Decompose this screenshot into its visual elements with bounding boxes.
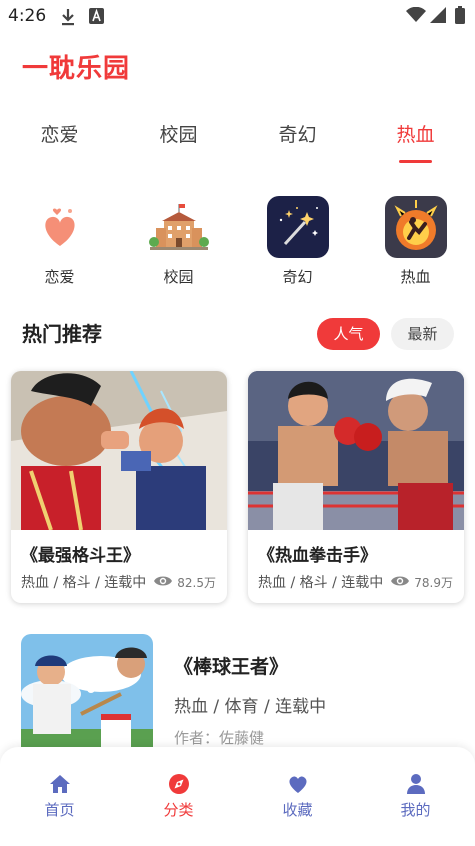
nav-favorites[interactable]: 收藏 — [238, 769, 357, 829]
view-count-text: 82.5万 — [177, 576, 216, 590]
heart-icon — [287, 773, 309, 795]
category-label: 校园 — [163, 268, 194, 286]
school-icon — [148, 196, 210, 258]
view-count-text: 78.9万 — [414, 576, 453, 590]
category-label: 恋爱 — [44, 268, 75, 286]
signal-icon — [430, 7, 446, 27]
view-count: 78.9万 — [390, 574, 453, 591]
nav-label: 首页 — [44, 801, 75, 819]
comic-title: 《热血拳击手》 — [258, 546, 377, 566]
view-count: 82.5万 — [153, 574, 216, 591]
battery-icon — [455, 6, 465, 28]
tab-action[interactable]: 热血 — [356, 120, 475, 147]
filter-latest-button[interactable]: 最新 — [391, 318, 454, 350]
nav-home[interactable]: 首页 — [0, 769, 119, 829]
comic-title: 《最强格斗王》 — [21, 546, 140, 566]
tab-romance[interactable]: 恋爱 — [0, 120, 119, 147]
category-label: 热血 — [400, 268, 431, 286]
comic-title: 《棒球王者》 — [174, 656, 289, 678]
section-title: 热门推荐 — [22, 322, 102, 346]
category-action[interactable]: 热血 — [356, 194, 475, 290]
category-tabs: 恋爱 校园 奇幻 热血 — [0, 112, 475, 168]
comic-tags: 热血 / 格斗 / 连载中 — [21, 575, 146, 591]
eye-icon — [390, 574, 410, 591]
comic-card[interactable]: 《最强格斗王》 热血 / 格斗 / 连载中 82.5万 — [11, 371, 227, 603]
comic-cover-image — [248, 371, 464, 530]
comic-cover-image — [11, 371, 227, 531]
nav-profile[interactable]: 我的 — [356, 769, 475, 829]
download-icon — [60, 8, 76, 30]
home-icon — [49, 773, 71, 795]
tab-fantasy[interactable]: 奇幻 — [238, 120, 357, 147]
tab-campus[interactable]: 校园 — [119, 120, 238, 147]
fire-fighter-icon — [385, 196, 447, 258]
status-bar: 4:26 — [0, 0, 475, 34]
wifi-icon — [406, 6, 426, 27]
nav-label: 收藏 — [282, 801, 313, 819]
comic-cover-image — [21, 634, 153, 764]
app-title: 一耽乐园 — [22, 54, 131, 84]
comic-author: 作者：佐藤健 — [174, 729, 265, 747]
category-romance[interactable]: 恋爱 — [0, 194, 119, 290]
comic-card[interactable]: 《热血拳击手》 热血 / 格斗 / 连载中 78.9万 — [248, 371, 464, 603]
user-icon — [405, 773, 427, 795]
nav-label: 我的 — [400, 801, 431, 819]
category-grid: 恋爱 校园 奇幻 热血 — [0, 194, 475, 290]
nav-category[interactable]: 分类 — [119, 769, 238, 829]
filter-popular-button[interactable]: 人气 — [317, 318, 380, 350]
bottom-navigation: 首页 分类 收藏 我的 — [0, 747, 475, 846]
category-label: 奇幻 — [282, 268, 313, 286]
category-campus[interactable]: 校园 — [119, 194, 238, 290]
magic-wand-icon — [267, 196, 329, 258]
tab-active-indicator — [399, 160, 432, 163]
comic-tags: 热血 / 格斗 / 连载中 — [258, 575, 383, 591]
font-icon — [89, 8, 104, 28]
nav-label: 分类 — [163, 801, 194, 819]
comic-tags: 热血 / 体育 / 连载中 — [174, 697, 327, 717]
heart-icon — [29, 196, 91, 258]
compass-icon — [168, 773, 190, 795]
list-item[interactable]: 《棒球王者》 热血 / 体育 / 连载中 作者：佐藤健 — [0, 626, 475, 766]
category-fantasy[interactable]: 奇幻 — [238, 194, 357, 290]
status-time: 4:26 — [8, 6, 47, 26]
eye-icon — [153, 574, 173, 591]
